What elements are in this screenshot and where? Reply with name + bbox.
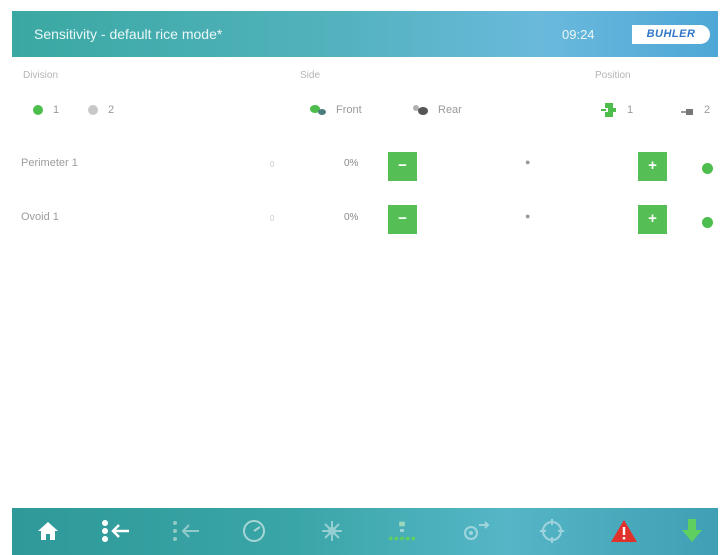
- bottom-toolbar: [12, 508, 718, 555]
- side-option-label: Rear: [438, 104, 462, 116]
- division-option-label: 1: [53, 104, 60, 116]
- download-icon[interactable]: [676, 516, 708, 546]
- ejector-row-icon[interactable]: [386, 516, 418, 546]
- clock: 09:24: [562, 27, 595, 42]
- perimeter-1-increase-button[interactable]: +: [638, 152, 667, 181]
- gauge-icon[interactable]: [238, 516, 270, 546]
- side-option-label: Front: [336, 104, 362, 116]
- ovoid-1-slider-marker[interactable]: ●: [525, 211, 530, 221]
- buhler-logo: BUHLER: [632, 25, 710, 44]
- side-option-front[interactable]: Front: [308, 102, 362, 118]
- front-side-icon: [310, 105, 326, 115]
- perimeter-1-label: Perimeter 1: [21, 157, 78, 169]
- sort-enter-dim-icon[interactable]: [170, 516, 202, 546]
- ovoid-1-value: 0%: [344, 212, 359, 223]
- warning-icon[interactable]: [608, 516, 640, 546]
- side-label: Side: [300, 70, 321, 81]
- perimeter-1-status-icon: [702, 163, 713, 174]
- ovoid-1-label: Ovoid 1: [21, 211, 59, 223]
- position-2-icon: [681, 109, 693, 115]
- perimeter-1-value: 0%: [344, 158, 359, 169]
- sort-enter-icon[interactable]: [100, 516, 132, 546]
- ovoid-1-decrease-button[interactable]: −: [388, 205, 417, 234]
- position-label: Position: [595, 70, 631, 81]
- header-bar: Sensitivity - default rice mode* 09:24 B…: [12, 11, 718, 57]
- target-icon[interactable]: [536, 516, 568, 546]
- snowflake-icon[interactable]: [316, 516, 348, 546]
- page-title: Sensitivity - default rice mode*: [34, 26, 223, 42]
- ovoid-1-small-value: 0: [270, 214, 275, 223]
- position-option-1[interactable]: 1: [601, 102, 633, 118]
- perimeter-1-small-value: 0: [270, 160, 275, 169]
- side-option-rear[interactable]: Rear: [410, 102, 462, 118]
- radio-selected-icon: [33, 105, 43, 115]
- division-option-2[interactable]: 2: [88, 102, 114, 118]
- settings-transfer-icon[interactable]: [460, 516, 492, 546]
- division-label: Division: [23, 70, 59, 81]
- perimeter-1-slider-marker[interactable]: ●: [525, 157, 530, 167]
- position-option-label: 2: [704, 104, 711, 116]
- radio-unselected-icon: [88, 105, 98, 115]
- position-option-label: 1: [627, 104, 634, 116]
- perimeter-1-decrease-button[interactable]: −: [388, 152, 417, 181]
- rear-side-icon: [413, 105, 428, 115]
- home-icon[interactable]: [32, 516, 64, 546]
- position-1-icon: [601, 103, 616, 117]
- division-option-label: 2: [108, 104, 115, 116]
- division-option-1[interactable]: 1: [33, 102, 59, 118]
- ovoid-1-status-icon: [702, 217, 713, 228]
- ovoid-1-increase-button[interactable]: +: [638, 205, 667, 234]
- position-option-2[interactable]: 2: [680, 102, 710, 118]
